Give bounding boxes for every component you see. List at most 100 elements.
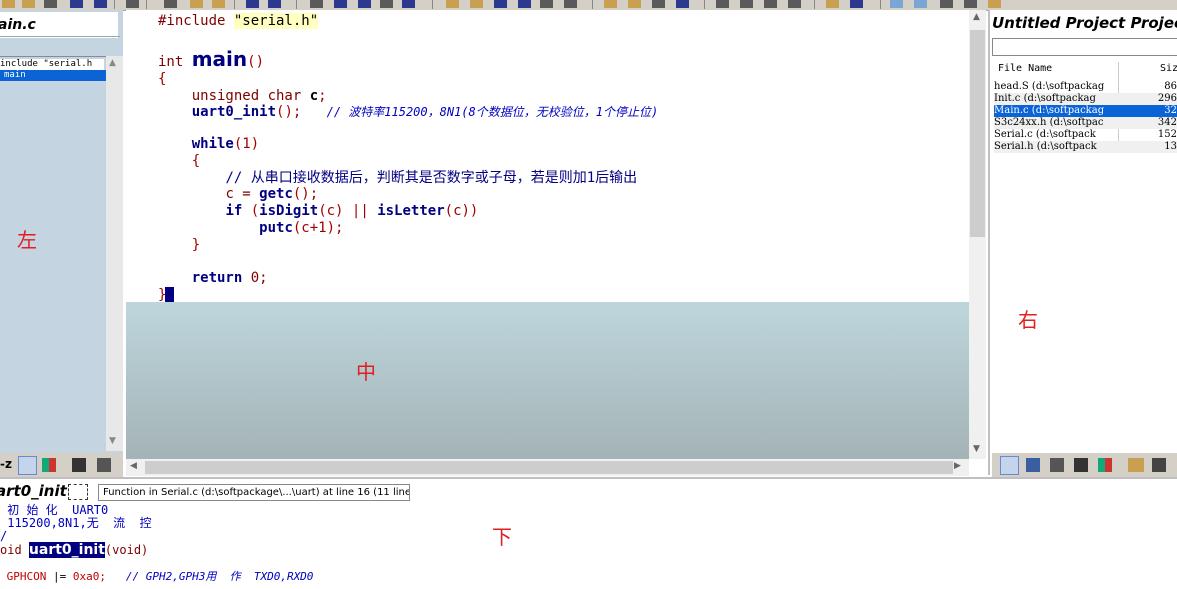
- add-file-icon[interactable]: [628, 0, 641, 8]
- file-name-column-header[interactable]: File Name: [998, 62, 1052, 76]
- project-panel-title: Untitled Project Project ◀: [992, 14, 1177, 32]
- file-size: 32: [1164, 105, 1177, 116]
- bookmark-icon[interactable]: [540, 0, 553, 8]
- find-files-icon[interactable]: [380, 0, 393, 8]
- redo-icon[interactable]: [268, 0, 281, 8]
- print-icon[interactable]: [126, 0, 139, 8]
- file-name: Serial.h (d:\softpack: [994, 141, 1097, 152]
- file-size: 342: [1157, 117, 1177, 128]
- code-line-14: putc(c+1);: [259, 220, 344, 236]
- book-icon[interactable]: [72, 458, 86, 472]
- editor-hscroll-thumb[interactable]: [145, 461, 953, 474]
- jump-icon[interactable]: [402, 0, 415, 8]
- file-row[interactable]: S3c24xx.h (d:\softpac 342: [994, 117, 1177, 129]
- sync-icon[interactable]: [652, 0, 665, 8]
- forward-icon[interactable]: [470, 0, 483, 8]
- list-view-icon[interactable]: [18, 456, 37, 475]
- save-all-icon[interactable]: [70, 0, 83, 8]
- file-list-view-icon[interactable]: [1000, 456, 1019, 475]
- file-size: 86: [1164, 81, 1177, 92]
- file-row[interactable]: Init.c (d:\softpackag 296: [994, 93, 1177, 105]
- save-icon[interactable]: [44, 0, 57, 8]
- symbol-list[interactable]: include "serial.h main: [0, 56, 108, 452]
- scroll-right-icon[interactable]: ▶: [954, 461, 961, 471]
- project-window-icon[interactable]: [964, 0, 977, 8]
- scroll-down-icon[interactable]: ▼: [973, 444, 980, 454]
- grid-view-icon[interactable]: [1050, 458, 1064, 472]
- sort-az-label[interactable]: -z: [0, 457, 12, 471]
- file-row[interactable]: head.S (d:\softpackag 86: [994, 81, 1177, 93]
- categories-icon[interactable]: [1098, 458, 1112, 472]
- scroll-left-icon[interactable]: ◀: [130, 461, 137, 471]
- file-size: 152: [1157, 129, 1177, 140]
- window-4-icon[interactable]: [788, 0, 801, 8]
- arrow-right-icon[interactable]: [518, 0, 531, 8]
- undo-icon[interactable]: [246, 0, 259, 8]
- code-line-7: uart0_init(); // 波特率115200，8N1(8个数据位，无校验…: [191, 104, 659, 120]
- replace-icon[interactable]: [358, 0, 371, 8]
- pointer-help-icon[interactable]: [850, 0, 863, 8]
- code-line-4: {: [158, 71, 167, 87]
- project-icon[interactable]: [604, 0, 617, 8]
- activate-icon[interactable]: [826, 0, 839, 8]
- project-panel: [988, 10, 1177, 475]
- file-row[interactable]: Serial.c (d:\softpack 152: [994, 129, 1177, 141]
- book-icon[interactable]: [1074, 458, 1088, 472]
- region-label-left: 左: [17, 228, 37, 252]
- arrow-left-icon[interactable]: [494, 0, 507, 8]
- file-size: 296: [1157, 93, 1177, 104]
- clip-window-icon[interactable]: [988, 0, 1001, 8]
- window-1-icon[interactable]: [716, 0, 729, 8]
- code-line-13: if (isDigit(c) || isLetter(c)): [225, 203, 479, 219]
- divider: [0, 36, 120, 37]
- code-line-11: // 从串口接收数据后，判断其是否数字或子母，若是则加1后输出: [225, 170, 638, 186]
- left-panel-tabs: -z: [0, 453, 123, 477]
- open-folder-icon[interactable]: [1128, 458, 1144, 472]
- context-window-icon[interactable]: [914, 0, 927, 8]
- open-folder-icon[interactable]: [22, 0, 35, 8]
- code-line-15: }: [191, 237, 201, 253]
- categories-icon[interactable]: [42, 458, 56, 472]
- context-line-2: 115200,8N1,无 流 控: [0, 516, 152, 530]
- find-icon[interactable]: [310, 0, 323, 8]
- project-file-filter-input[interactable]: [992, 38, 1177, 56]
- right-panel-tabs: [992, 453, 1177, 477]
- back-icon[interactable]: [446, 0, 459, 8]
- scroll-down-icon[interactable]: ▼: [109, 436, 116, 446]
- jump-to-definition-icon[interactable]: [68, 484, 88, 500]
- context-info-box: Function in Serial.c (d:\softpackage\...…: [98, 484, 410, 501]
- scroll-up-icon[interactable]: ▲: [973, 12, 980, 22]
- close-icon[interactable]: [94, 0, 107, 8]
- file-row-selected[interactable]: Main.c (d:\softpackag 32: [994, 105, 1177, 117]
- relation-window-icon[interactable]: [890, 0, 903, 8]
- file-size: 13: [1164, 141, 1177, 152]
- lookup-icon[interactable]: [676, 0, 689, 8]
- symbol-list-scrollbar[interactable]: ▲ ▼: [106, 56, 123, 451]
- cut-icon[interactable]: [164, 0, 177, 8]
- code-line-3: int main(): [158, 47, 265, 71]
- bookmark-next-icon[interactable]: [564, 0, 577, 8]
- copy-icon[interactable]: [190, 0, 203, 8]
- new-file-icon[interactable]: [2, 0, 15, 8]
- window-2-icon[interactable]: [740, 0, 753, 8]
- file-name: head.S (d:\softpackag: [994, 81, 1105, 92]
- symbol-window-icon[interactable]: [940, 0, 953, 8]
- symbol-panel-title: ain.c: [0, 12, 118, 38]
- region-label-middle: 中: [356, 360, 376, 384]
- window-3-icon[interactable]: [764, 0, 777, 8]
- properties-icon[interactable]: [97, 458, 111, 472]
- code-line-9: while(1): [191, 136, 260, 152]
- symbol-item-selected[interactable]: main: [0, 70, 108, 81]
- code-line-12: c = getc();: [225, 186, 319, 202]
- scroll-up-icon[interactable]: ▲: [109, 58, 116, 68]
- find-next-icon[interactable]: [334, 0, 347, 8]
- add-icon[interactable]: [1152, 458, 1166, 472]
- text-cursor: [165, 287, 174, 302]
- symbol-item[interactable]: include "serial.h: [0, 59, 104, 70]
- paste-icon[interactable]: [212, 0, 225, 8]
- editor-vscroll-thumb[interactable]: [970, 30, 985, 237]
- symbol-view-icon[interactable]: [1026, 458, 1040, 472]
- file-size-column-header[interactable]: Siz: [1160, 62, 1177, 76]
- file-name: Serial.c (d:\softpack: [994, 129, 1096, 140]
- file-row[interactable]: Serial.h (d:\softpack 13: [994, 141, 1177, 153]
